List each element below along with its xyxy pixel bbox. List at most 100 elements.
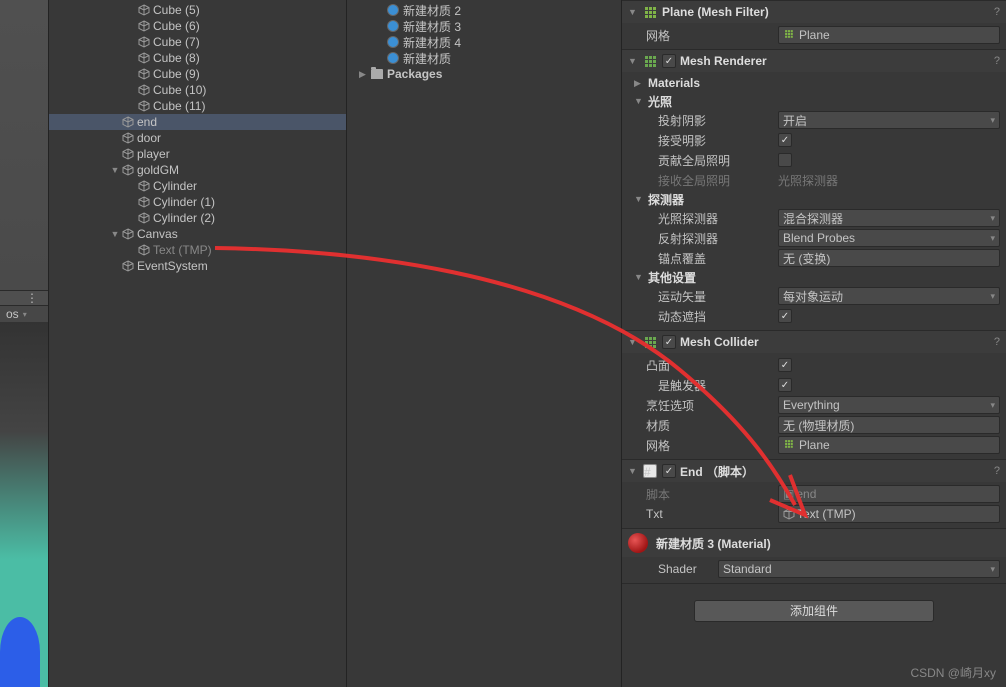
gameobject-icon: [121, 115, 135, 129]
hierarchy-item[interactable]: Cylinder: [49, 178, 346, 194]
gameobject-icon: [121, 163, 135, 177]
shader-dropdown[interactable]: Standard: [718, 560, 1000, 578]
expand-toggle-icon[interactable]: ▼: [109, 165, 121, 175]
help-icon[interactable]: ?: [994, 6, 1000, 18]
mesh-field[interactable]: Plane: [778, 26, 1000, 44]
cast-shadows-dropdown[interactable]: 开启: [778, 111, 1000, 129]
trigger-checkbox[interactable]: [778, 378, 792, 392]
folder-icon: [371, 69, 383, 79]
hierarchy-item[interactable]: Cube (5): [49, 2, 346, 18]
mesh-collider-component: ▼ Mesh Collider ? 凸面 是触发器 烹饪选项Everything…: [622, 330, 1006, 459]
gizmo-dropdown[interactable]: os ▾: [0, 306, 48, 322]
packages-folder[interactable]: ▶ Packages: [347, 66, 621, 82]
additional-subheader[interactable]: ▼其他设置: [628, 268, 1000, 286]
collapse-toggle-icon[interactable]: ▼: [628, 56, 638, 66]
hierarchy-item[interactable]: end: [49, 114, 346, 130]
collapse-toggle-icon[interactable]: ▼: [628, 337, 638, 347]
mesh-collider-enable-checkbox[interactable]: [662, 335, 676, 349]
hierarchy-item[interactable]: Cube (9): [49, 66, 346, 82]
gameobject-icon: [121, 227, 135, 241]
collider-material-label: 材质: [628, 417, 778, 434]
hierarchy-item[interactable]: Cube (6): [49, 18, 346, 34]
mesh-filter-title: Plane (Mesh Filter): [662, 5, 990, 19]
hierarchy-item[interactable]: Cylinder (2): [49, 210, 346, 226]
gameobject-icon: [137, 195, 151, 209]
hierarchy-item[interactable]: Cube (8): [49, 50, 346, 66]
mesh-renderer-header[interactable]: ▼ Mesh Renderer ?: [622, 50, 1006, 72]
material-header[interactable]: 新建材质 3 (Material): [622, 529, 1006, 557]
light-probes-label: 光照探测器: [628, 210, 778, 227]
hierarchy-item-label: Cube (9): [153, 67, 200, 81]
gizmo-label: os: [6, 307, 19, 321]
project-list[interactable]: 新建材质 2新建材质 3新建材质 4新建材质 ▶ Packages: [347, 0, 621, 82]
end-script-header[interactable]: ▼ # End （脚本） ?: [622, 460, 1006, 482]
script-field[interactable]: ▣end: [778, 485, 1000, 503]
hierarchy-item[interactable]: Cylinder (1): [49, 194, 346, 210]
project-material-item[interactable]: 新建材质: [347, 50, 621, 66]
collider-mesh-field[interactable]: Plane: [778, 436, 1000, 454]
reflection-probes-label: 反射探测器: [628, 230, 778, 247]
project-material-item[interactable]: 新建材质 2: [347, 2, 621, 18]
help-icon[interactable]: ?: [994, 336, 1000, 348]
project-material-item[interactable]: 新建材质 4: [347, 34, 621, 50]
add-component-button[interactable]: 添加组件: [694, 600, 934, 622]
collider-material-field[interactable]: 无 (物理材质): [778, 416, 1000, 434]
materials-subheader[interactable]: ▶Materials: [628, 74, 1000, 92]
anchor-label: 锚点覆盖: [628, 250, 778, 267]
hierarchy-item[interactable]: Cube (10): [49, 82, 346, 98]
game-view-preview[interactable]: [0, 322, 48, 687]
shader-label: Shader: [658, 562, 718, 576]
gameobject-icon: [121, 147, 135, 161]
folder-toggle-icon[interactable]: ▶: [359, 69, 371, 80]
project-material-item[interactable]: 新建材质 3: [347, 18, 621, 34]
dynamic-occ-checkbox[interactable]: [778, 309, 792, 323]
mesh-filter-header[interactable]: ▼ Plane (Mesh Filter) ?: [622, 1, 1006, 23]
hierarchy-item-label: goldGM: [137, 163, 179, 177]
hierarchy-list[interactable]: Cube (5)Cube (6)Cube (7)Cube (8)Cube (9)…: [49, 0, 346, 687]
gizmo-menu-icon[interactable]: ⋮: [26, 291, 38, 305]
hierarchy-item[interactable]: Cube (11): [49, 98, 346, 114]
mesh-collider-header[interactable]: ▼ Mesh Collider ?: [622, 331, 1006, 353]
help-icon[interactable]: ?: [994, 465, 1000, 477]
hierarchy-item[interactable]: door: [49, 130, 346, 146]
probes-subheader[interactable]: ▼探测器: [628, 190, 1000, 208]
gameobject-icon: [121, 259, 135, 273]
mesh-renderer-component: ▼ Mesh Renderer ? ▶Materials ▼光照 投射阴影开启 …: [622, 49, 1006, 330]
txt-field[interactable]: Text (TMP): [778, 505, 1000, 523]
mesh-collider-icon: [642, 334, 658, 350]
collapse-toggle-icon[interactable]: ▼: [628, 7, 638, 17]
hierarchy-item[interactable]: Text (TMP): [49, 242, 346, 258]
global-illum-label: 贡献全局照明: [628, 152, 778, 169]
help-icon[interactable]: ?: [994, 55, 1000, 67]
cooking-dropdown[interactable]: Everything: [778, 396, 1000, 414]
reflection-probes-dropdown[interactable]: Blend Probes: [778, 229, 1000, 247]
hierarchy-item-label: end: [137, 115, 157, 129]
global-illum-checkbox[interactable]: [778, 153, 792, 167]
txt-label: Txt: [628, 507, 778, 521]
gizmo-toolbar[interactable]: ⋮: [0, 290, 48, 306]
anchor-field[interactable]: 无 (变换): [778, 249, 1000, 267]
dynamic-occ-label: 动态遮挡: [628, 308, 778, 325]
hierarchy-panel: Cube (5)Cube (6)Cube (7)Cube (8)Cube (9)…: [49, 0, 346, 687]
convex-label: 凸面: [628, 357, 778, 374]
hierarchy-item[interactable]: ▼ goldGM: [49, 162, 346, 178]
scene-view-preview[interactable]: [0, 0, 48, 290]
game-object-blob: [0, 617, 40, 687]
motion-dropdown[interactable]: 每对象运动: [778, 287, 1000, 305]
hierarchy-item[interactable]: ▼Canvas: [49, 226, 346, 242]
expand-toggle-icon[interactable]: ▼: [109, 229, 121, 239]
hierarchy-item-label: Cube (6): [153, 19, 200, 33]
left-viewport-column: ⋮ os ▾: [0, 0, 49, 687]
lighting-subheader[interactable]: ▼光照: [628, 92, 1000, 110]
convex-checkbox[interactable]: [778, 358, 792, 372]
light-probes-dropdown[interactable]: 混合探测器: [778, 209, 1000, 227]
script-icon: #: [642, 463, 658, 479]
mesh-renderer-enable-checkbox[interactable]: [662, 54, 676, 68]
hierarchy-item[interactable]: Cube (7): [49, 34, 346, 50]
end-script-enable-checkbox[interactable]: [662, 464, 676, 478]
receive-shadows-checkbox[interactable]: [778, 133, 792, 147]
material-icon: [387, 4, 399, 16]
hierarchy-item[interactable]: player: [49, 146, 346, 162]
hierarchy-item[interactable]: EventSystem: [49, 258, 346, 274]
collapse-toggle-icon[interactable]: ▼: [628, 466, 638, 476]
